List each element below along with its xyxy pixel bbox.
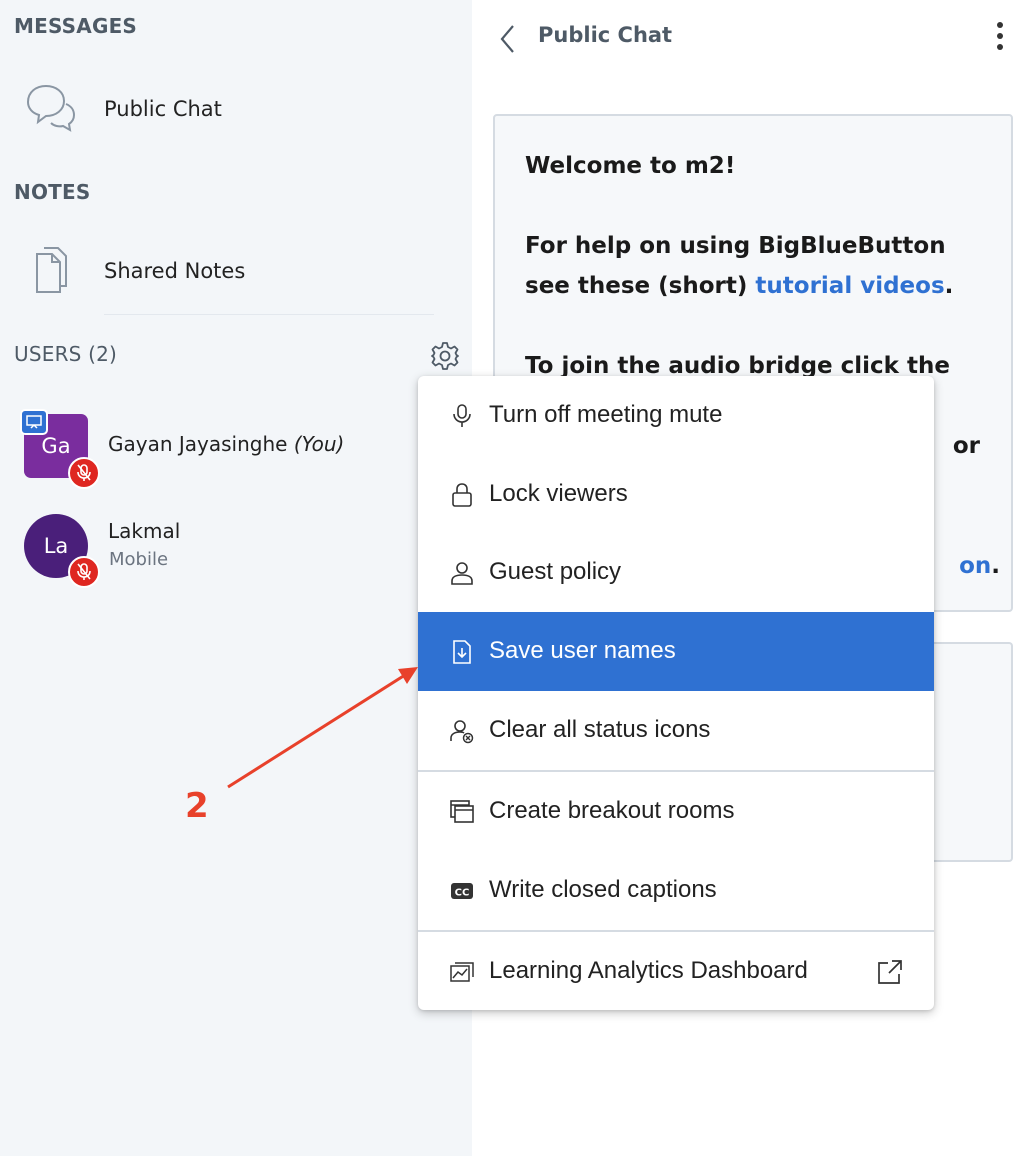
menu-item-turn-off-meeting-mute[interactable]: Turn off meeting mute <box>418 376 934 455</box>
svg-text:CC: CC <box>455 888 470 899</box>
lock-icon <box>452 483 472 507</box>
menu-item-label: Turn off meeting mute <box>489 401 723 428</box>
menu-item-guest-policy[interactable]: Guest policy <box>418 533 934 612</box>
notes-icon <box>36 247 67 293</box>
annotation-number: 2 <box>185 786 209 826</box>
cc-icon: CC <box>451 883 473 899</box>
hidden-link[interactable]: on <box>959 553 991 579</box>
external-link-icon <box>878 960 902 984</box>
gear-icon[interactable] <box>430 341 460 371</box>
sidebar-item-shared-notes[interactable]: Shared Notes <box>0 244 472 324</box>
users-section-title: USERS (2) <box>14 342 118 366</box>
divider <box>104 314 434 315</box>
muted-mic-icon <box>68 457 100 489</box>
chat-title: Public Chat <box>538 23 673 47</box>
menu-item-label: Clear all status icons <box>489 716 711 743</box>
shared-notes-label: Shared Notes <box>104 259 246 283</box>
menu-item-label: Save user names <box>489 637 676 664</box>
user-list-item[interactable]: Ga Gayan Jayasinghe (You) <box>0 404 472 489</box>
menu-item-label: Lock viewers <box>489 480 628 507</box>
tutorial-videos-link[interactable]: tutorial videos <box>755 273 944 299</box>
muted-mic-icon <box>68 556 100 588</box>
menu-item-learning-analytics-dashboard[interactable]: Learning Analytics Dashboard <box>418 932 934 1010</box>
clear-status-icon <box>450 720 474 744</box>
download-file-icon <box>453 640 471 664</box>
sidebar-item-public-chat[interactable]: Public Chat <box>0 82 472 162</box>
user-name: Lakmal <box>108 519 181 543</box>
menu-item-create-breakout-rooms[interactable]: Create breakout rooms <box>418 772 934 851</box>
menu-item-clear-all-status-icons[interactable]: Clear all status icons <box>418 691 934 770</box>
chat-bubbles-icon <box>26 84 76 132</box>
menu-item-lock-viewers[interactable]: Lock viewers <box>418 455 934 534</box>
notes-section-title: NOTES <box>14 180 91 204</box>
user-icon <box>451 562 473 585</box>
user-name: Gayan Jayasinghe (You) <box>108 432 345 456</box>
menu-item-label: Learning Analytics Dashboard <box>489 957 808 984</box>
presenter-icon <box>20 409 48 435</box>
user-client-type: Mobile <box>109 549 169 570</box>
messages-section-title: MESSAGES <box>14 14 138 38</box>
user-options-menu: Turn off meeting mute Lock viewers Guest… <box>418 376 934 1010</box>
menu-item-label: Write closed captions <box>489 876 717 903</box>
menu-item-save-user-names[interactable]: Save user names <box>418 612 934 691</box>
menu-item-write-closed-captions[interactable]: CC Write closed captions <box>418 851 934 930</box>
menu-item-label: Guest policy <box>489 558 622 585</box>
analytics-icon <box>450 962 474 982</box>
second-message <box>934 642 1013 862</box>
more-options-icon[interactable] <box>990 22 1010 56</box>
you-tag: (You) <box>293 432 345 456</box>
welcome-heading: Welcome to m2! <box>525 153 736 179</box>
sidebar: MESSAGES Public Chat NOTES Shared Notes … <box>0 0 472 1156</box>
user-list-item[interactable]: La Lakmal Mobile <box>0 504 472 588</box>
chevron-left-icon[interactable] <box>498 24 518 54</box>
help-text: For help on using BigBlueButton see thes… <box>525 233 954 299</box>
public-chat-label: Public Chat <box>104 97 222 121</box>
menu-item-label: Create breakout rooms <box>489 797 735 824</box>
microphone-icon <box>453 404 471 427</box>
rooms-icon <box>450 800 474 823</box>
